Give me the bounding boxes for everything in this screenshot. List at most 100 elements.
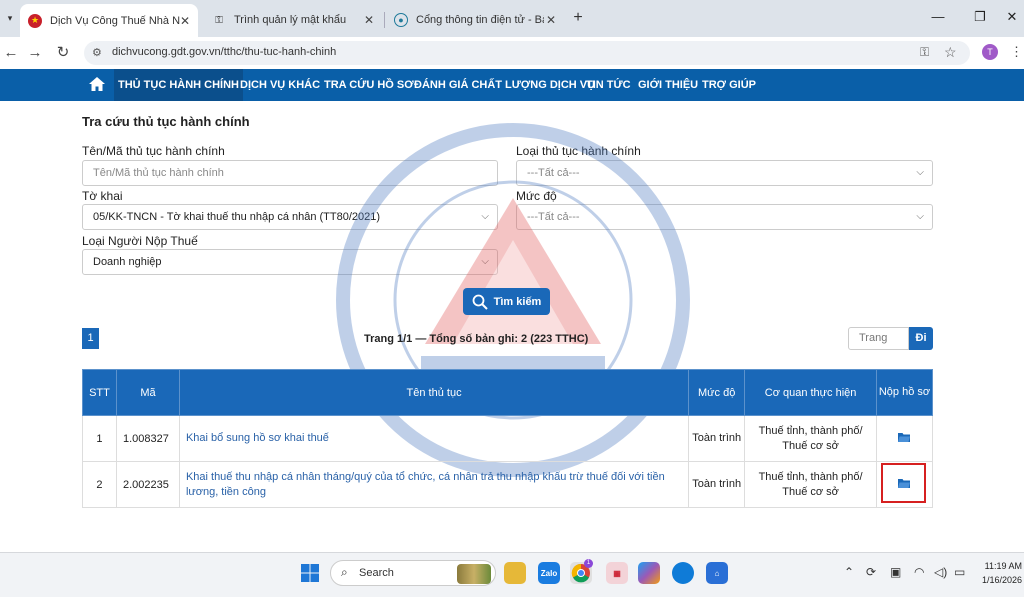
nav-item-danh-gia-chat-luong[interactable]: ĐÁNH GIÁ CHẤT LƯỢNG DỊCH VỤ xyxy=(410,69,599,101)
windows-start-icon[interactable] xyxy=(300,563,320,583)
nav-item-gioi-thieu[interactable]: GIỚI THIỆU xyxy=(634,69,702,101)
level-select-value: ---Tất cả--- xyxy=(527,211,580,223)
taxpayer-select[interactable]: Doanh nghiệp ⌵ xyxy=(82,249,498,275)
type-select[interactable]: ---Tất cả--- ⌵ xyxy=(516,160,933,186)
copilot-icon[interactable] xyxy=(638,562,660,584)
clock-time: 11:19 AM xyxy=(984,561,1022,571)
header-submit: Nộp hồ sơ xyxy=(875,369,934,416)
system-clock[interactable]: 11:19 AM 1/16/2026 xyxy=(974,559,1022,587)
browser-tabstrip: ▾ ★ Dịch Vụ Công Thuế Nhà Nước ✕ ⚿ Trình… xyxy=(0,0,1024,37)
notification-badge: 1 xyxy=(584,559,593,568)
new-tab-plus-icon[interactable]: + xyxy=(570,9,586,27)
screen: ▾ ★ Dịch Vụ Công Thuế Nhà Nước ✕ ⚿ Trình… xyxy=(0,0,1024,597)
tray-chevron-up-icon[interactable]: ⌃ xyxy=(844,565,854,579)
tab-dich-vu-cong[interactable]: ★ Dịch Vụ Công Thuế Nhà Nước ✕ xyxy=(20,4,198,37)
tray-app-icon[interactable]: ▣ xyxy=(890,565,901,579)
close-icon[interactable]: ✕ xyxy=(546,13,556,27)
table-row: 2 2.002235 Khai thuế thu nhập cá nhân th… xyxy=(82,461,934,508)
home-icon[interactable] xyxy=(88,75,106,93)
globe-icon: ● xyxy=(394,13,408,27)
page-title: Tra cứu thủ tục hành chính xyxy=(82,114,250,129)
search-button-label: Tìm kiếm xyxy=(493,295,542,308)
row-name-link[interactable]: Khai thuế thu nhập cá nhân tháng/quý của… xyxy=(178,461,690,508)
row-agency: Thuế tỉnh, thành phố/ Thuế cơ sở xyxy=(744,415,877,462)
pagination-summary: Trang 1/1 — Tổng số bản ghi: 2 (223 TTHC… xyxy=(364,333,589,345)
row-code: 2.002235 xyxy=(115,461,180,508)
submit-highlight-box xyxy=(881,463,926,503)
row-agency: Thuế tỉnh, thành phố/ Thuế cơ sở xyxy=(744,461,877,508)
table-header-row: STT Mã Tên thủ tục Mức độ Cơ quan thực h… xyxy=(82,369,934,416)
tab-bao-hiem[interactable]: ● Cổng thông tin điện tử - Bảo hi ✕ xyxy=(386,6,564,34)
taxpayer-label: Loại Người Nộp Thuế xyxy=(82,234,198,248)
restore-icon[interactable]: ❐ xyxy=(972,9,988,25)
row-stt: 2 xyxy=(82,461,117,508)
browser-menu-icon[interactable]: ⋮ xyxy=(1010,44,1023,60)
name-input-placeholder: Tên/Mã thủ tục hành chính xyxy=(93,167,224,179)
taskbar-search-label: Search xyxy=(359,567,394,579)
header-level: Mức độ xyxy=(688,369,746,416)
minimize-icon[interactable]: — xyxy=(930,9,946,24)
header-code: Mã xyxy=(115,369,180,416)
site-info-icon[interactable]: ⚙ xyxy=(92,46,102,59)
search-icon: ⌕ xyxy=(341,565,348,579)
level-label: Mức độ xyxy=(516,189,557,203)
zalo-icon[interactable]: Zalo xyxy=(538,562,560,584)
battery-icon[interactable]: ▭ xyxy=(954,565,965,579)
folder-open-icon[interactable] xyxy=(898,432,911,442)
chevron-down-icon: ⌵ xyxy=(481,256,489,267)
password-key-icon[interactable]: ⚿ xyxy=(920,45,929,60)
row-level: Toàn trình xyxy=(688,415,746,462)
declaration-select[interactable]: 05/KK-TNCN - Tờ khai thuế thu nhập cá nh… xyxy=(82,204,498,230)
volume-icon[interactable]: ◁) xyxy=(934,565,947,579)
key-icon: ⚿ xyxy=(215,14,223,26)
chevron-down-icon: ⌵ xyxy=(916,167,924,178)
nav-item-thu-tuc-hanh-chinh[interactable]: THỦ TỤC HÀNH CHÍNH xyxy=(114,69,243,101)
results-table: STT Mã Tên thủ tục Mức độ Cơ quan thực h… xyxy=(82,369,934,508)
close-icon[interactable]: ✕ xyxy=(364,13,374,27)
nav-item-dich-vu-khac[interactable]: DỊCH VỤ KHÁC xyxy=(236,69,324,101)
browser-toolbar: ← → ↻ ⚙ dichvucong.gdt.gov.vn/tthc/thu-t… xyxy=(0,37,1024,69)
taskbar-search[interactable]: ⌕ Search xyxy=(330,560,496,586)
tab-search-icon[interactable]: ▾ xyxy=(2,8,18,28)
nav-item-tra-cuu-ho-so[interactable]: TRA CỨU HỒ SƠ xyxy=(320,69,418,101)
row-level: Toàn trình xyxy=(688,461,746,508)
edge-icon[interactable] xyxy=(672,562,694,584)
tab-password-manager[interactable]: ⚿ Trình quản lý mật khẩu ✕ xyxy=(204,6,382,34)
nav-item-tro-giup[interactable]: TRỢ GIÚP xyxy=(698,69,760,101)
header-agency: Cơ quan thực hiện xyxy=(744,369,877,416)
tray-sync-icon[interactable]: ⟳ xyxy=(866,565,876,579)
declaration-label: Tờ khai xyxy=(82,189,123,203)
address-bar[interactable]: ⚙ dichvucong.gdt.gov.vn/tthc/thu-tuc-han… xyxy=(84,41,970,65)
goto-page-button[interactable]: Đi xyxy=(909,327,933,350)
header-stt: STT xyxy=(82,369,117,416)
table-row: 1 1.008327 Khai bổ sung hồ sơ khai thuế … xyxy=(82,415,934,462)
bookmark-star-icon[interactable]: ☆ xyxy=(944,44,957,61)
row-name-link[interactable]: Khai bổ sung hồ sơ khai thuế xyxy=(178,415,690,462)
clock-date: 1/16/2026 xyxy=(981,575,1022,585)
type-select-value: ---Tất cả--- xyxy=(527,167,580,179)
window-close-icon[interactable]: ✕ xyxy=(1004,9,1020,25)
row-stt: 1 xyxy=(82,415,117,462)
chevron-down-icon: ⌵ xyxy=(481,211,489,222)
page-number-button[interactable]: 1 xyxy=(82,328,99,349)
nav-item-tin-tuc[interactable]: TIN TỨC xyxy=(582,69,635,101)
name-input[interactable]: Tên/Mã thủ tục hành chính xyxy=(82,160,498,186)
header-name: Tên thủ tục xyxy=(178,369,690,416)
level-select[interactable]: ---Tất cả--- ⌵ xyxy=(516,204,933,230)
wifi-icon[interactable]: ◠ xyxy=(914,565,924,579)
url-text[interactable]: dichvucong.gdt.gov.vn/tthc/thu-tuc-hanh-… xyxy=(112,46,336,58)
site-nav: THỦ TỤC HÀNH CHÍNH DỊCH VỤ KHÁC TRA CỨU … xyxy=(0,69,1024,101)
close-icon[interactable]: ✕ xyxy=(180,14,190,28)
calendar-app-icon[interactable]: ▦ xyxy=(606,562,628,584)
profile-avatar[interactable]: T xyxy=(982,44,998,60)
file-explorer-icon[interactable] xyxy=(504,562,526,584)
reload-icon[interactable]: ↻ xyxy=(54,44,72,62)
app-icon[interactable]: ⌂ xyxy=(706,562,728,584)
search-button[interactable]: Tìm kiếm xyxy=(463,288,550,315)
search-highlight-image xyxy=(457,564,491,584)
vn-emblem-icon: ★ xyxy=(28,13,42,28)
back-arrow-icon[interactable]: ← xyxy=(2,44,20,62)
goto-page-input[interactable]: Trang xyxy=(848,327,909,350)
chevron-down-icon: ⌵ xyxy=(916,211,924,222)
forward-arrow-icon[interactable]: → xyxy=(26,44,44,62)
